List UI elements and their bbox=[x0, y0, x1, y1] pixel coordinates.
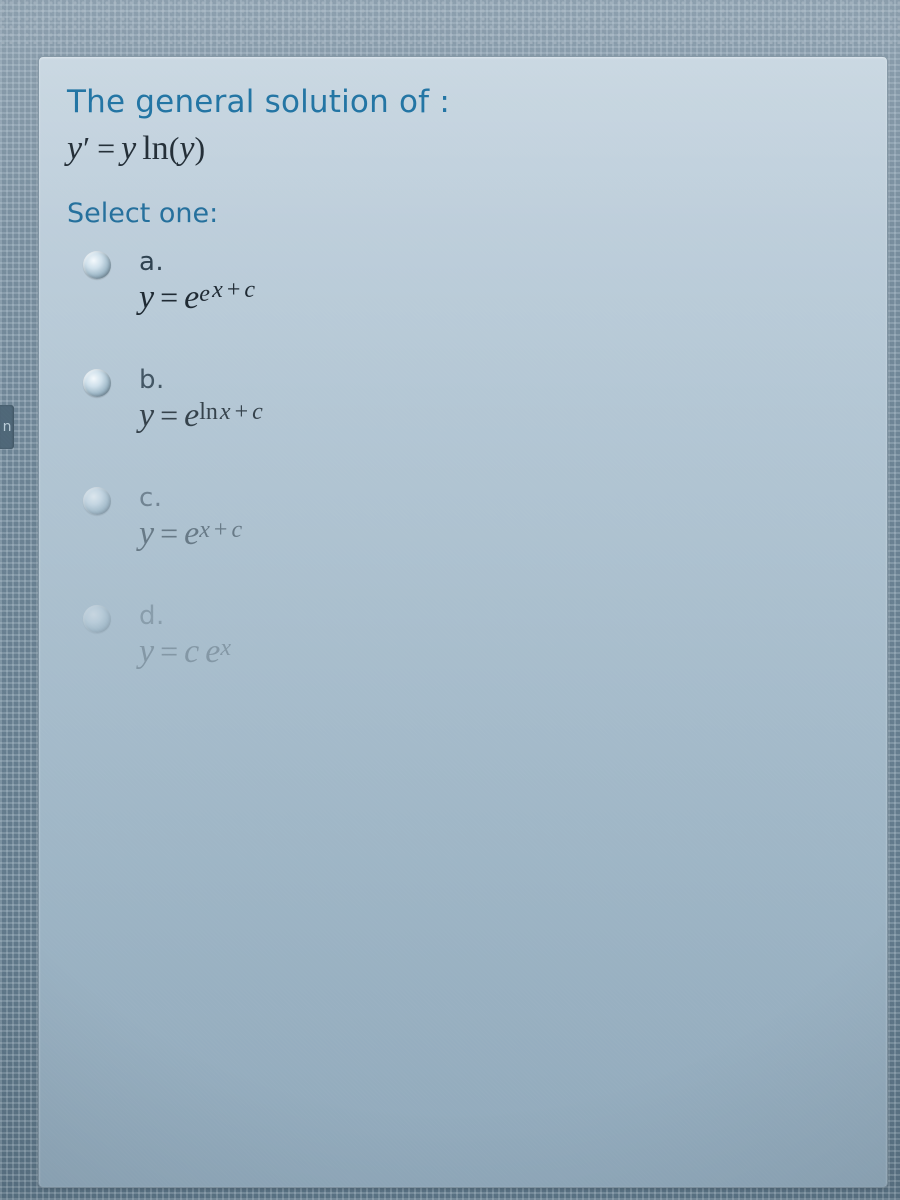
radio-icon[interactable] bbox=[83, 251, 111, 279]
option-letter: a. bbox=[139, 247, 865, 277]
option-equation: y= e lnx+c bbox=[139, 397, 865, 435]
radio-icon[interactable] bbox=[83, 605, 111, 633]
options-list: a. y= e e x+c b. bbox=[67, 247, 865, 671]
option-a[interactable]: a. y= e e x+c bbox=[83, 247, 865, 317]
radio-icon[interactable] bbox=[83, 487, 111, 515]
option-equation: y= e e x+c bbox=[139, 279, 865, 317]
decorative-dot-band bbox=[0, 0, 900, 44]
select-one-prompt: Select one: bbox=[67, 198, 865, 229]
option-equation: y= c e x bbox=[139, 633, 865, 671]
option-c[interactable]: c. y= e x+c bbox=[83, 483, 865, 553]
option-letter: c. bbox=[139, 483, 865, 513]
question-title: The general solution of : bbox=[67, 83, 865, 122]
edge-tab: n bbox=[0, 405, 14, 449]
option-b[interactable]: b. y= e lnx+c bbox=[83, 365, 865, 435]
option-letter: d. bbox=[139, 601, 865, 631]
option-equation: y= e x+c bbox=[139, 515, 865, 553]
question-card: The general solution of : y′ = y ln(y) S… bbox=[38, 56, 888, 1188]
radio-icon[interactable] bbox=[83, 369, 111, 397]
option-letter: b. bbox=[139, 365, 865, 395]
question-equation: y′ = y ln(y) bbox=[67, 130, 865, 168]
option-d[interactable]: d. y= c e x bbox=[83, 601, 865, 671]
